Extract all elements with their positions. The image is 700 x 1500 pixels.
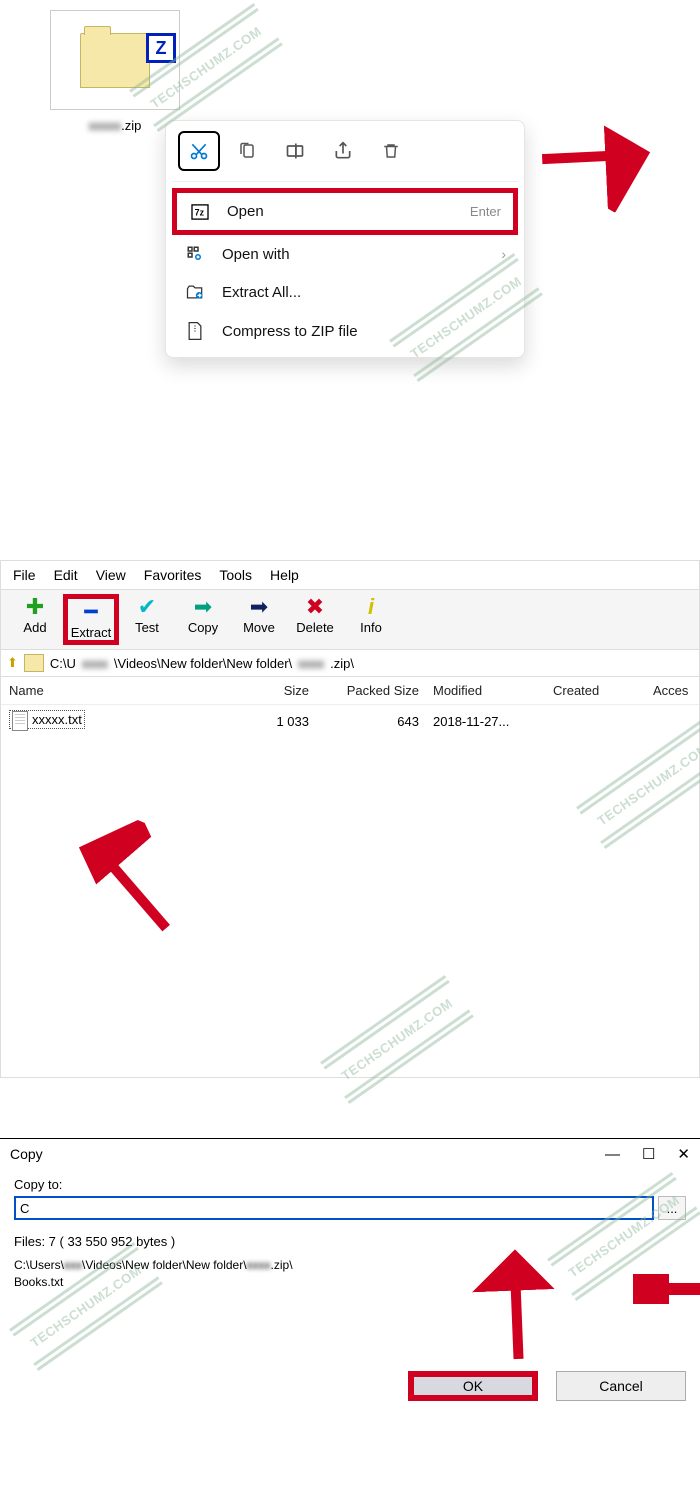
address-bar[interactable]: ⬆ C:\Uxxxx\Videos\New folder\New folder\…: [1, 650, 699, 677]
rename-icon[interactable]: [274, 131, 316, 171]
files-info: Files: 7 ( 33 550 952 bytes ): [14, 1234, 686, 1249]
minimize-icon[interactable]: —: [605, 1146, 620, 1163]
menu-edit[interactable]: Edit: [54, 567, 78, 583]
table-header: Name Size Packed Size Modified Created A…: [1, 677, 699, 705]
svg-text:7z: 7z: [195, 207, 205, 217]
source-paths: C:\Users\xxx\Videos\New folder\New folde…: [14, 1257, 686, 1291]
menu-label: Open with: [222, 246, 485, 263]
zip-file-desktop-icon[interactable]: Z xxxxx.zip: [50, 10, 180, 133]
toolbar-move[interactable]: ➡Move: [231, 594, 287, 645]
copy-icon[interactable]: [226, 131, 268, 171]
cell-packed-size: 643: [309, 714, 419, 729]
copy-to-label: Copy to:: [14, 1177, 686, 1192]
close-icon[interactable]: ✕: [677, 1145, 690, 1163]
col-modified[interactable]: Modified: [419, 683, 539, 698]
path-text: .zip\: [330, 656, 354, 671]
file-label: xxxxx.zip: [50, 118, 180, 133]
up-icon[interactable]: ⬆: [7, 655, 18, 671]
file-name: .txt: [65, 712, 82, 727]
context-menu-screenshot: Z xxxxx.zip 7z Open Enter Open with ›: [0, 0, 700, 400]
toolbar: ✚Add ━Extract ✔Test ➡Copy ➡Move ✖Delete …: [1, 589, 699, 650]
folder-icon: [24, 654, 44, 672]
toolbar-copy[interactable]: ➡Copy: [175, 594, 231, 645]
toolbar-delete[interactable]: ✖Delete: [287, 594, 343, 645]
path-text: C:\U: [50, 656, 76, 671]
cell-size: 1 033: [229, 714, 309, 729]
zip-thumbnail: Z: [50, 10, 180, 110]
chevron-right-icon: ›: [501, 246, 506, 262]
col-size[interactable]: Size: [229, 683, 309, 698]
menu-label: Open: [227, 203, 454, 220]
menu-view[interactable]: View: [96, 567, 126, 583]
cell-modified: 2018-11-27...: [419, 714, 539, 729]
menu-item-open[interactable]: 7z Open Enter: [172, 188, 518, 235]
col-accessed[interactable]: Acces: [639, 683, 691, 698]
folder-icon: [80, 33, 150, 88]
cancel-button[interactable]: Cancel: [556, 1371, 686, 1401]
col-name[interactable]: Name: [9, 683, 229, 698]
7zip-window: File Edit View Favorites Tools Help ✚Add…: [0, 560, 700, 1078]
menu-help[interactable]: Help: [270, 567, 299, 583]
context-menu: 7z Open Enter Open with › Extract All...…: [165, 120, 525, 358]
copy-dialog: Copy — ☐ ✕ Copy to: ... Files: 7 ( 33 55…: [0, 1138, 700, 1421]
dialog-body: Copy to: ... Files: 7 ( 33 550 952 bytes…: [0, 1169, 700, 1421]
col-packed-size[interactable]: Packed Size: [309, 683, 419, 698]
context-items-list: 7z Open Enter Open with › Extract All...…: [172, 182, 518, 351]
dialog-titlebar: Copy — ☐ ✕: [0, 1139, 700, 1169]
browse-button[interactable]: ...: [658, 1196, 686, 1220]
table-row[interactable]: xxxxx.txt 1 033 643 2018-11-27...: [1, 705, 699, 737]
toolbar-extract[interactable]: ━Extract: [63, 594, 119, 645]
toolbar-info[interactable]: iInfo: [343, 594, 399, 645]
delete-icon[interactable]: [370, 131, 412, 171]
share-icon[interactable]: [322, 131, 364, 171]
toolbar-add[interactable]: ✚Add: [7, 594, 63, 645]
dialog-title: Copy: [10, 1146, 605, 1162]
menu-favorites[interactable]: Favorites: [144, 567, 202, 583]
context-toolbar: [172, 127, 518, 182]
z-badge-icon: Z: [146, 33, 176, 63]
file-list-body: TECHSCHUMZ.COM TECHSCHUMZ.COM: [1, 737, 699, 1077]
openwith-icon: [184, 245, 206, 263]
annotation-arrow-icon: [101, 827, 171, 950]
compress-icon: [184, 321, 206, 341]
ok-button[interactable]: OK: [408, 1371, 538, 1401]
txt-file-icon: [12, 711, 28, 731]
path-text: \Videos\New folder\New folder\: [114, 656, 292, 671]
menu-shortcut: Enter: [470, 204, 501, 219]
destination-path-input[interactable]: [14, 1196, 654, 1220]
source-file: Books.txt: [14, 1274, 686, 1291]
col-created[interactable]: Created: [539, 683, 639, 698]
cut-icon[interactable]: [178, 131, 220, 171]
menu-label: Extract All...: [222, 284, 506, 301]
watermark: TECHSCHUMZ.COM: [339, 996, 456, 1084]
7z-icon: 7z: [189, 204, 211, 220]
watermark: TECHSCHUMZ.COM: [595, 741, 700, 829]
annotation-arrow-icon: [470, 1268, 560, 1361]
menu-file[interactable]: File: [13, 567, 36, 583]
annotation-arrow-icon: [530, 120, 640, 193]
annotation-arrow-icon: [668, 1239, 698, 1342]
menubar: File Edit View Favorites Tools Help: [1, 561, 699, 589]
maximize-icon[interactable]: ☐: [642, 1145, 655, 1163]
menu-item-open-with[interactable]: Open with ›: [172, 235, 518, 273]
menu-label: Compress to ZIP file: [222, 323, 506, 340]
menu-item-compress-zip[interactable]: Compress to ZIP file: [172, 311, 518, 351]
menu-tools[interactable]: Tools: [219, 567, 252, 583]
toolbar-test[interactable]: ✔Test: [119, 594, 175, 645]
menu-item-extract-all[interactable]: Extract All...: [172, 273, 518, 311]
extract-icon: [184, 283, 206, 301]
